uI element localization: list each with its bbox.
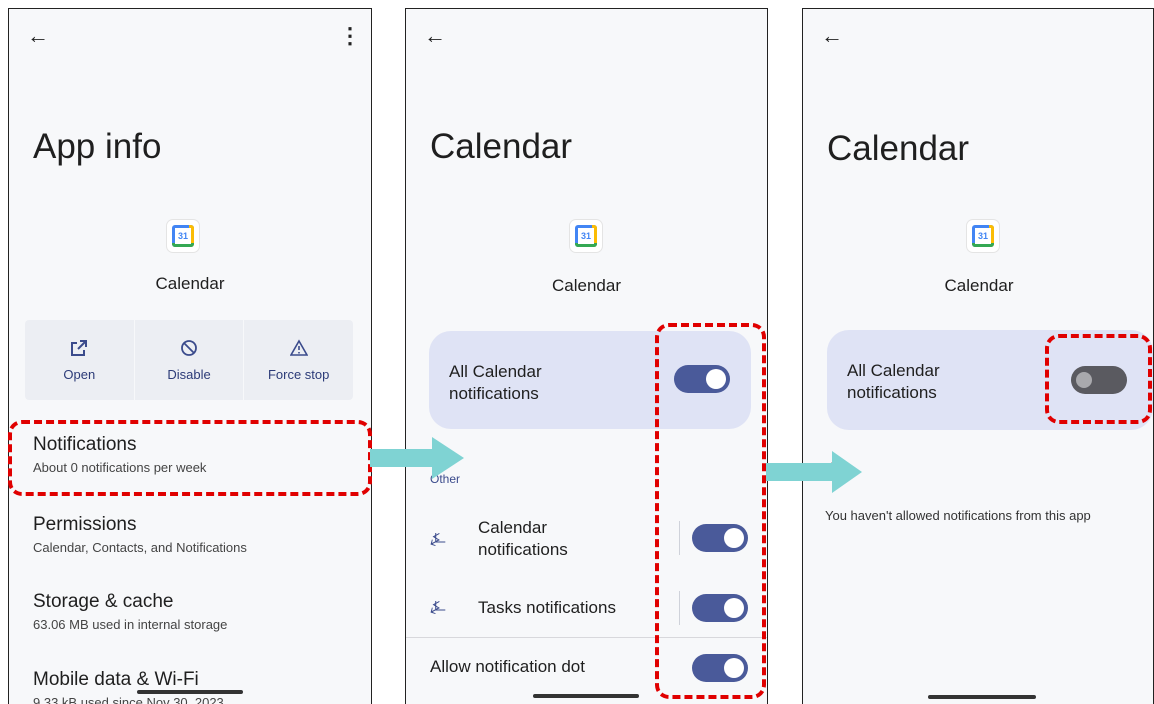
item-title: Mobile data & Wi-Fi bbox=[33, 669, 199, 690]
app-name: Calendar bbox=[155, 274, 225, 293]
notification-dot-label: Allow notification dot bbox=[430, 657, 585, 676]
item-subtitle: Calendar, Contacts, and Notifications bbox=[33, 540, 247, 555]
highlight-toggles bbox=[655, 323, 766, 699]
calendar-day-number: 31 bbox=[175, 228, 191, 244]
storage-item[interactable]: Storage & cache 63.06 MB used in interna… bbox=[33, 591, 227, 632]
force-stop-button[interactable]: Force stop bbox=[244, 320, 353, 400]
calendar-notifications-label: Calendar notifications bbox=[478, 518, 568, 559]
disable-icon bbox=[180, 339, 198, 361]
flow-arrow-icon bbox=[370, 437, 464, 479]
tasks-notifications-label: Tasks notifications bbox=[478, 598, 616, 617]
warning-icon bbox=[289, 338, 309, 361]
highlight-notifications-item bbox=[8, 420, 372, 496]
item-title: Storage & cache bbox=[33, 591, 174, 612]
nav-handle[interactable] bbox=[137, 690, 243, 694]
arrow-left-icon[interactable]: ← bbox=[424, 25, 446, 47]
app-name: Calendar bbox=[944, 276, 1014, 295]
arrow-left-icon[interactable]: ← bbox=[27, 25, 49, 47]
item-subtitle: 63.06 MB used in internal storage bbox=[33, 617, 228, 632]
page-title: Calendar bbox=[430, 127, 573, 166]
disable-label: Disable bbox=[167, 366, 211, 382]
disable-button[interactable]: Disable bbox=[135, 320, 245, 400]
highlight-disabled-toggle bbox=[1045, 334, 1152, 424]
open-external-icon bbox=[70, 339, 88, 361]
flow-arrow-icon bbox=[766, 451, 862, 493]
page-title: Calendar bbox=[827, 129, 970, 168]
app-actions: Open Disable Force stop bbox=[25, 320, 353, 400]
item-subtitle: 9.33 kB used since Nov 30, 2023 bbox=[33, 695, 224, 704]
calendar-app-icon: 31 bbox=[167, 220, 199, 252]
page-title: App info bbox=[33, 127, 162, 166]
item-title: Permissions bbox=[33, 514, 137, 535]
force-stop-label: Force stop bbox=[267, 366, 330, 382]
bell-icon: ⍼ bbox=[430, 529, 446, 549]
calendar-app-icon: 31 bbox=[570, 220, 602, 252]
calendar-day-number: 31 bbox=[578, 228, 594, 244]
nav-handle[interactable] bbox=[533, 694, 639, 698]
more-vert-icon[interactable]: ⋮ bbox=[339, 23, 361, 49]
mobile-data-item[interactable]: Mobile data & Wi-Fi 9.33 kB used since N… bbox=[33, 669, 224, 704]
calendar-app-icon: 31 bbox=[967, 220, 999, 252]
all-notifications-label: All Calendar notifications bbox=[449, 362, 542, 403]
screen-app-info: ← ⋮ App info 31 Calendar Open Disable Fo… bbox=[8, 8, 372, 704]
all-notifications-label: All Calendar notifications bbox=[847, 361, 940, 402]
open-button[interactable]: Open bbox=[25, 320, 135, 400]
notifications-blocked-message: You haven't allowed notifications from t… bbox=[825, 508, 1091, 523]
arrow-left-icon[interactable]: ← bbox=[821, 25, 843, 47]
app-name: Calendar bbox=[552, 276, 621, 295]
open-label: Open bbox=[63, 366, 96, 382]
nav-handle[interactable] bbox=[928, 695, 1036, 699]
bell-icon: ⍼ bbox=[430, 597, 446, 617]
calendar-day-number: 31 bbox=[975, 228, 991, 244]
permissions-item[interactable]: Permissions Calendar, Contacts, and Noti… bbox=[33, 514, 247, 555]
